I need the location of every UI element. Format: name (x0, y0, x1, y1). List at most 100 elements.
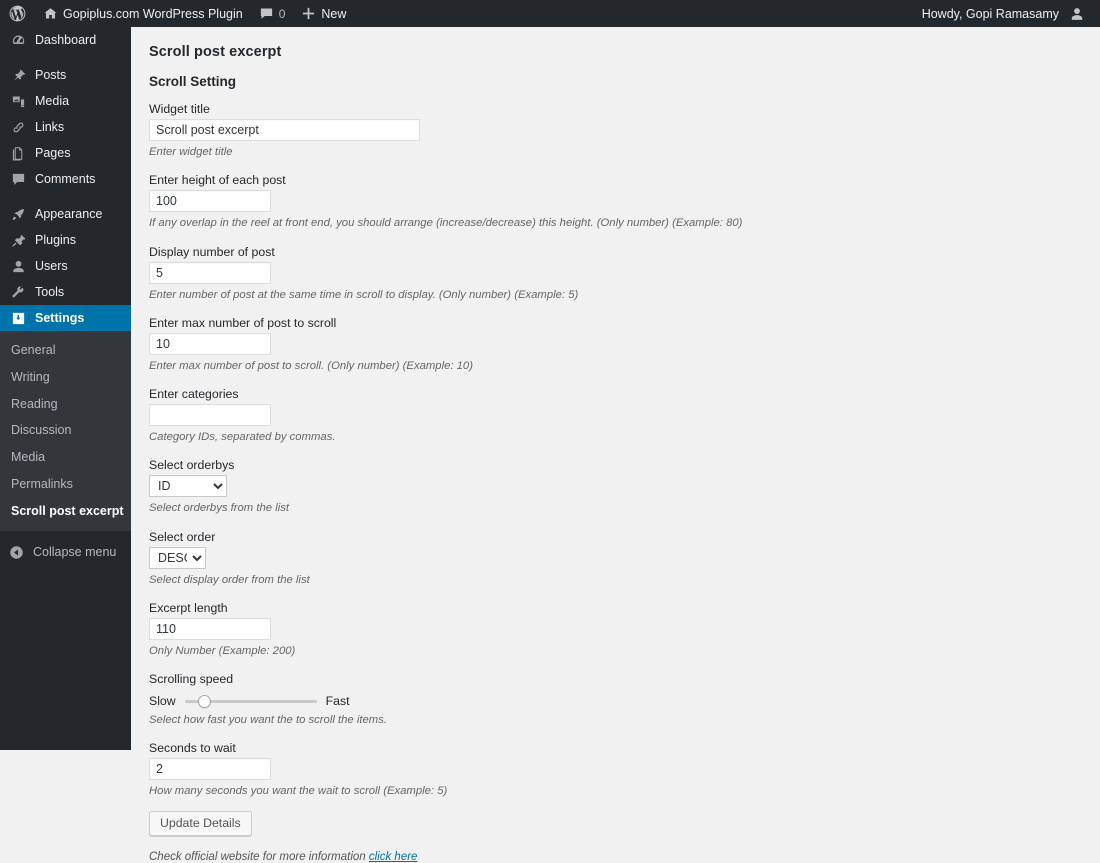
comments-count: 0 (278, 6, 286, 21)
link-icon (9, 120, 27, 135)
display-number-help: Enter number of post at the same time in… (149, 288, 579, 301)
footer-note: Check official website for more informat… (149, 851, 1100, 863)
max-number-label: Enter max number of post to scroll (149, 315, 337, 330)
sidebar-item-label: Comments (35, 171, 96, 186)
section-title: Scroll Setting (149, 74, 237, 89)
plus-icon (301, 6, 316, 21)
sidebar-item-label: Settings (35, 310, 85, 325)
site-name-menu[interactable]: Gopiplus.com WordPress Plugin (35, 0, 251, 27)
update-details-button[interactable]: Update Details (149, 810, 252, 836)
seconds-wait-label: Seconds to wait (149, 741, 236, 756)
tools-icon (9, 285, 27, 300)
sidebar-item-label: Appearance (35, 206, 103, 221)
page-title: Scroll post excerpt (149, 44, 282, 60)
howdy-label: Howdy, Gopi Ramasamy (921, 6, 1059, 21)
admin-bar-right: Howdy, Gopi Ramasamy (914, 0, 1100, 27)
submenu-item-discussion[interactable]: Discussion (0, 417, 131, 444)
widget-title-label: Widget title (149, 102, 210, 116)
sidebar-item-tools[interactable]: Tools (0, 279, 131, 305)
submenu-item-writing[interactable]: Writing (0, 364, 131, 391)
main-content: Scroll post excerpt Scroll Setting Widge… (131, 27, 1100, 863)
plugins-icon (9, 233, 27, 248)
slider-thumb[interactable] (197, 694, 211, 708)
widget-title-help: Enter widget title (149, 146, 233, 158)
post-height-label: Enter height of each post (149, 173, 286, 188)
order-help: Select display order from the list (149, 573, 310, 586)
media-icon (9, 94, 27, 109)
orderbys-label: Select orderbys (149, 458, 235, 473)
display-number-input[interactable] (149, 261, 271, 284)
sidebar-item-pages[interactable]: Pages (0, 140, 131, 166)
settings-submenu: General Writing Reading Discussion Media… (0, 331, 131, 532)
scrolling-speed-label: Scrolling speed (149, 672, 234, 686)
categories-input[interactable] (149, 404, 271, 426)
pin-icon (9, 68, 27, 83)
orderbys-help: Select orderbys from the list (149, 502, 290, 515)
users-icon (9, 259, 27, 274)
categories-label: Enter categories (149, 387, 239, 401)
order-label: Select order (149, 529, 216, 544)
site-name-label: Gopiplus.com WordPress Plugin (63, 6, 243, 21)
slider-track[interactable] (184, 694, 317, 708)
sidebar-item-comments[interactable]: Comments (0, 166, 131, 192)
sidebar-item-plugins[interactable]: Plugins (0, 227, 131, 253)
new-content-menu[interactable]: New (293, 0, 354, 27)
order-select[interactable]: DESCASC (149, 546, 206, 569)
sidebar-item-posts[interactable]: Posts (0, 62, 131, 88)
sidebar-item-appearance[interactable]: Appearance (0, 201, 131, 227)
excerpt-length-help: Only Number (Example: 200) (149, 644, 296, 657)
official-website-link[interactable]: click here (369, 851, 418, 863)
seconds-wait-input[interactable] (149, 758, 271, 781)
submenu-item-reading[interactable]: Reading (0, 391, 131, 418)
sidebar-item-media[interactable]: Media (0, 88, 131, 114)
new-content-label: New (321, 6, 347, 21)
comments-icon (9, 172, 27, 187)
sidebar-item-label: Posts (35, 67, 67, 82)
sidebar-item-dashboard[interactable]: Dashboard (0, 27, 131, 53)
collapse-menu-button[interactable]: Collapse menu (0, 539, 131, 565)
sidebar-item-label: Pages (35, 145, 71, 160)
wordpress-logo-icon (8, 4, 27, 23)
sidebar-item-settings[interactable]: Settings (0, 305, 139, 331)
submenu-item-media[interactable]: Media (0, 444, 131, 471)
scrolling-speed-slider[interactable]: Slow Fast (149, 693, 1100, 709)
admin-sidebar-menu: Dashboard Posts Media Links Pages Commen… (0, 27, 139, 750)
seconds-wait-help: How many seconds you want the wait to sc… (149, 785, 448, 798)
slider-fast-label: Fast (325, 694, 350, 708)
sidebar-item-users[interactable]: Users (0, 253, 131, 279)
avatar (1064, 7, 1084, 21)
orderbys-select[interactable]: IDauthortitledaterandcomment_count (149, 475, 227, 498)
dashboard-icon (9, 33, 27, 48)
excerpt-length-input[interactable] (149, 617, 271, 640)
home-icon (43, 6, 58, 21)
post-height-input[interactable] (149, 190, 271, 213)
submenu-item-permalinks[interactable]: Permalinks (0, 471, 131, 498)
sidebar-item-label: Tools (35, 284, 65, 299)
settings-icon (9, 311, 27, 326)
collapse-arrow-icon (9, 545, 24, 560)
sidebar-separator (0, 53, 131, 62)
my-account-menu[interactable]: Howdy, Gopi Ramasamy (914, 0, 1092, 27)
sidebar-separator (0, 192, 131, 201)
wordpress-logo-menu[interactable] (0, 0, 35, 27)
footer-note-text: Check official website for more informat… (149, 850, 366, 863)
sidebar-item-label: Plugins (35, 232, 76, 247)
appearance-icon (9, 207, 27, 222)
sidebar-item-label: Dashboard (35, 32, 97, 47)
comment-bubble-icon (259, 6, 274, 21)
comments-menu[interactable]: 0 (251, 0, 294, 27)
sidebar-item-label: Links (35, 119, 65, 134)
widget-title-input[interactable] (149, 119, 420, 141)
submenu-item-general[interactable]: General (0, 337, 131, 364)
scrolling-speed-help: Select how fast you want the to scroll t… (149, 714, 387, 726)
sidebar-item-links[interactable]: Links (0, 114, 131, 140)
max-number-input[interactable] (149, 332, 271, 355)
submenu-item-scroll-post-excerpt[interactable]: Scroll post excerpt (0, 498, 131, 525)
admin-bar-left: Gopiplus.com WordPress Plugin 0 New (0, 0, 354, 27)
admin-bar: Gopiplus.com WordPress Plugin 0 New Howd… (0, 0, 1100, 27)
display-number-label: Display number of post (149, 244, 275, 259)
sidebar-item-label: Media (35, 93, 70, 108)
categories-help: Category IDs, separated by commas. (149, 431, 336, 443)
post-height-help: If any overlap in the reel at front end,… (149, 217, 743, 230)
excerpt-length-label: Excerpt length (149, 600, 228, 615)
